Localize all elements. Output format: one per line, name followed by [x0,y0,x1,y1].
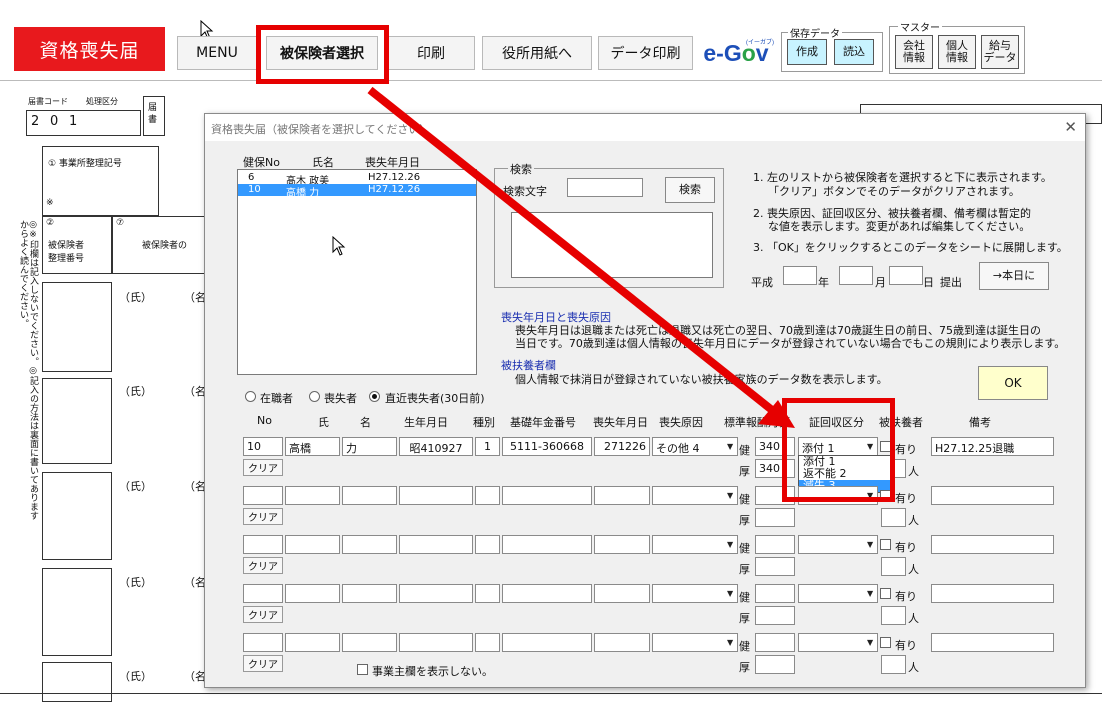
annotation-arrow [367,86,795,428]
